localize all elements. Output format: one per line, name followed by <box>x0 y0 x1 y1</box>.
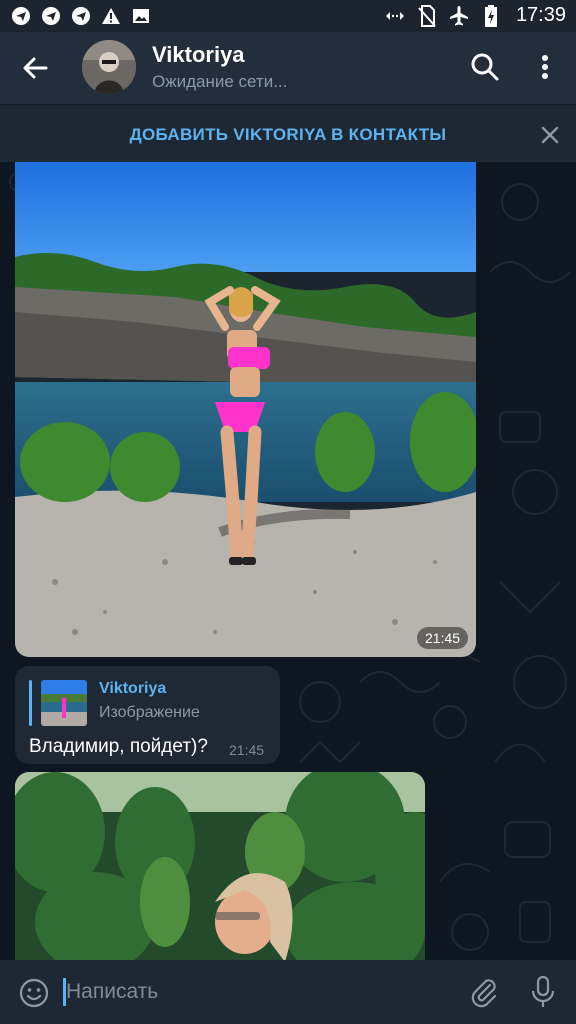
arrow-left-icon <box>23 57 48 79</box>
reply-sender-name: Viktoriya <box>99 680 167 697</box>
warning-icon <box>100 5 122 27</box>
smile-icon <box>19 978 49 1008</box>
photo-message[interactable]: 21:45 <box>15 162 476 657</box>
back-button[interactable] <box>18 50 54 86</box>
microphone-icon <box>531 975 555 1007</box>
add-contact-banner: ДОБАВИТЬ VIKTORIYA В КОНТАКТЫ <box>0 104 576 163</box>
telegram-icon <box>40 5 62 27</box>
avatar[interactable] <box>82 40 136 94</box>
lake-photo <box>15 162 476 657</box>
data-saver-icon <box>384 5 406 27</box>
message-input[interactable] <box>66 976 446 1008</box>
telegram-icon <box>70 5 92 27</box>
message-time: 21:45 <box>229 742 265 758</box>
image-icon <box>130 5 152 27</box>
search-button[interactable] <box>468 50 502 84</box>
paperclip-icon <box>471 979 497 1008</box>
status-bar: 17:39 <box>0 0 576 32</box>
close-icon <box>541 126 559 144</box>
close-banner-button[interactable] <box>540 125 560 145</box>
telegram-icon <box>10 5 32 27</box>
attach-button[interactable] <box>468 976 500 1008</box>
forest-photo <box>15 772 425 960</box>
clock: 17:39 <box>515 4 566 26</box>
no-sim-icon <box>416 4 438 27</box>
reply-indicator <box>29 680 32 726</box>
more-menu-button[interactable] <box>530 50 560 84</box>
photo-message[interactable] <box>15 772 425 960</box>
chat-status: Ожидание сети... <box>152 72 288 91</box>
battery-icon <box>480 4 502 27</box>
airplane-icon <box>448 5 470 27</box>
text-message[interactable]: Viktoriya Изображение Владимир, пойдет)?… <box>15 666 280 764</box>
search-icon <box>471 53 499 81</box>
emoji-button[interactable] <box>18 977 50 1009</box>
reply-thumbnail[interactable] <box>41 680 87 726</box>
message-text: Владимир, пойдет)? <box>29 736 208 757</box>
message-composer <box>0 960 576 1024</box>
chat-header: Viktoriya Ожидание сети... <box>0 32 576 104</box>
reply-subtitle: Изображение <box>99 704 200 721</box>
add-contact-button[interactable]: ДОБАВИТЬ VIKTORIYA В КОНТАКТЫ <box>0 125 576 145</box>
chat-title[interactable]: Viktoriya <box>152 42 245 68</box>
voice-record-button[interactable] <box>528 974 558 1010</box>
message-list[interactable]: 21:45 Viktoriya Изображение Владимир, по… <box>0 162 576 960</box>
message-time: 21:45 <box>416 627 468 649</box>
more-vertical-icon <box>542 55 548 79</box>
